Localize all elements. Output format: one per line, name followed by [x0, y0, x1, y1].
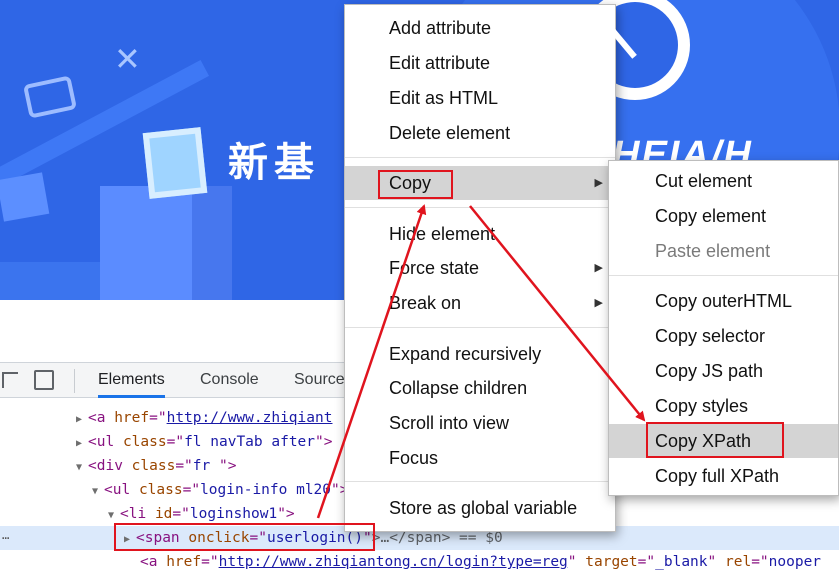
cube-icon [142, 127, 208, 199]
collapse-triangle-icon[interactable]: ▼ [92, 480, 104, 504]
menu-item-store-global-variable[interactable]: Store as global variable [345, 491, 615, 525]
annotation-box-copy [378, 170, 453, 199]
submenu-arrow-icon: ▶ [594, 262, 603, 274]
menu-divider [345, 207, 615, 208]
collapse-triangle-icon[interactable]: ▼ [76, 456, 88, 480]
menu-item-copy-outerhtml[interactable]: Copy outerHTML [609, 284, 838, 318]
menu-item-break-on[interactable]: Break on ▶ [345, 286, 615, 320]
menu-item-force-state[interactable]: Force state ▶ [345, 251, 615, 285]
menu-item-paste-element: Paste element [655, 241, 771, 261]
menu-item-hide-element[interactable]: Hide element [345, 217, 615, 251]
menu-item-copy-selector[interactable]: Copy selector [609, 319, 838, 353]
menu-divider [345, 481, 615, 482]
banner-headline: 新基 [228, 140, 320, 186]
expand-triangle-icon[interactable]: ▶ [76, 408, 88, 432]
menu-item-label: Force state [389, 258, 480, 278]
menu-divider [345, 327, 615, 328]
paper-icon [0, 172, 50, 222]
menu-item-collapse-children[interactable]: Collapse children [345, 371, 615, 405]
submenu-arrow-icon: ▶ [594, 177, 603, 189]
device-toolbar-icon[interactable] [34, 370, 54, 390]
menu-item-edit-as-html[interactable]: Edit as HTML [345, 81, 615, 115]
tab-console[interactable]: Console [200, 371, 259, 389]
tab-sources[interactable]: Source [294, 371, 345, 389]
menu-item-copy-element[interactable]: Copy element [609, 199, 838, 233]
menu-item-focus[interactable]: Focus [345, 441, 615, 475]
expand-triangle-icon[interactable]: ▶ [76, 432, 88, 456]
inspect-element-icon[interactable] [2, 372, 18, 388]
menu-item-expand-recursively[interactable]: Expand recursively [345, 337, 615, 371]
banner-pillar [100, 186, 192, 300]
menu-item-edit-attribute[interactable]: Edit attribute [345, 46, 615, 80]
submenu-arrow-icon: ▶ [594, 297, 603, 309]
tab-elements[interactable]: Elements [98, 371, 165, 398]
menu-item-label: Break on [389, 293, 462, 313]
menu-item-copy-full-xpath[interactable]: Copy full XPath [609, 459, 838, 493]
toolbar-divider [74, 369, 75, 393]
selected-dots-icon: ⋯ [2, 531, 10, 545]
annotation-box-span [114, 523, 375, 551]
menu-item-add-attribute[interactable]: Add attribute [345, 11, 615, 45]
banner-pillar-side [192, 186, 232, 300]
chat-bubble-icon [22, 75, 78, 119]
menu-item-copy-styles[interactable]: Copy styles [609, 389, 838, 423]
menu-item-delete-element[interactable]: Delete element [345, 116, 615, 150]
menu-item-scroll-into-view[interactable]: Scroll into view [345, 406, 615, 440]
close-x-icon: ✕ [114, 41, 141, 77]
menu-item-copy-js-path[interactable]: Copy JS path [609, 354, 838, 388]
menu-divider [345, 157, 615, 158]
context-menu: Add attribute Edit attribute Edit as HTM… [344, 4, 616, 532]
menu-divider [609, 275, 838, 276]
dom-row[interactable]: <a href="http://www.zhiqiantong.cn/login… [0, 550, 839, 570]
annotation-box-copy-xpath [646, 422, 784, 458]
menu-item-cut-element[interactable]: Cut element [609, 164, 838, 198]
